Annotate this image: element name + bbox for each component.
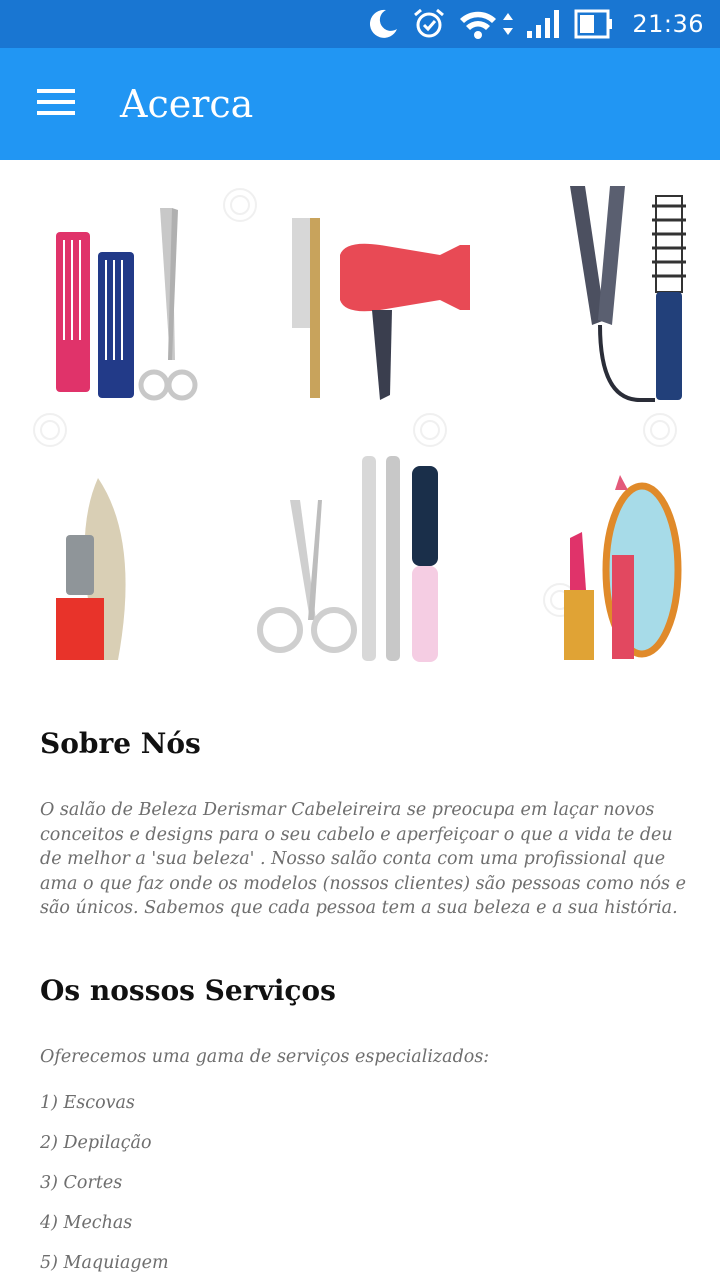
alarm-icon bbox=[412, 7, 446, 41]
app-bar: Acerca bbox=[0, 48, 720, 160]
straightener-illustration bbox=[570, 186, 686, 402]
content: Sobre Nós O salão de Beleza Derismar Cab… bbox=[40, 720, 690, 1283]
status-icons: 21:36 bbox=[366, 0, 720, 48]
manicure-tools-illustration bbox=[257, 456, 438, 662]
status-clock: 21:36 bbox=[632, 10, 704, 38]
menu-button[interactable] bbox=[26, 76, 86, 132]
banner-image bbox=[0, 160, 720, 672]
lipstick-mirror-illustration bbox=[564, 475, 682, 660]
battery-icon bbox=[574, 9, 614, 39]
hair-dryer-illustration bbox=[292, 218, 470, 400]
service-item: 4) Mechas bbox=[40, 1212, 133, 1233]
hamburger-menu-icon bbox=[37, 87, 75, 121]
combs-scissors-illustration bbox=[56, 208, 198, 401]
service-item: 1) Escovas bbox=[40, 1092, 135, 1113]
about-heading: Sobre Nós bbox=[40, 727, 201, 760]
data-arrows-icon bbox=[502, 9, 514, 39]
service-item: 3) Cortes bbox=[40, 1172, 123, 1193]
wifi-icon bbox=[458, 7, 498, 41]
status-bar: 21:36 bbox=[0, 0, 720, 48]
service-item: 5) Maquiagem bbox=[40, 1252, 169, 1273]
services-heading: Os nossos Serviços bbox=[40, 973, 336, 1007]
moon-icon bbox=[366, 7, 400, 41]
nail-polish-illustration bbox=[56, 478, 126, 660]
about-text: O salão de Beleza Derismar Cabeleireira … bbox=[40, 800, 686, 918]
service-list: 1) Escovas 2) Depilação 3) Cortes 4) Mec… bbox=[40, 1083, 690, 1283]
page-title: Acerca bbox=[120, 82, 254, 126]
signal-icon bbox=[526, 9, 560, 39]
service-item: 2) Depilação bbox=[40, 1132, 152, 1153]
services-intro: Oferecemos uma gama de serviços especial… bbox=[40, 1046, 490, 1067]
